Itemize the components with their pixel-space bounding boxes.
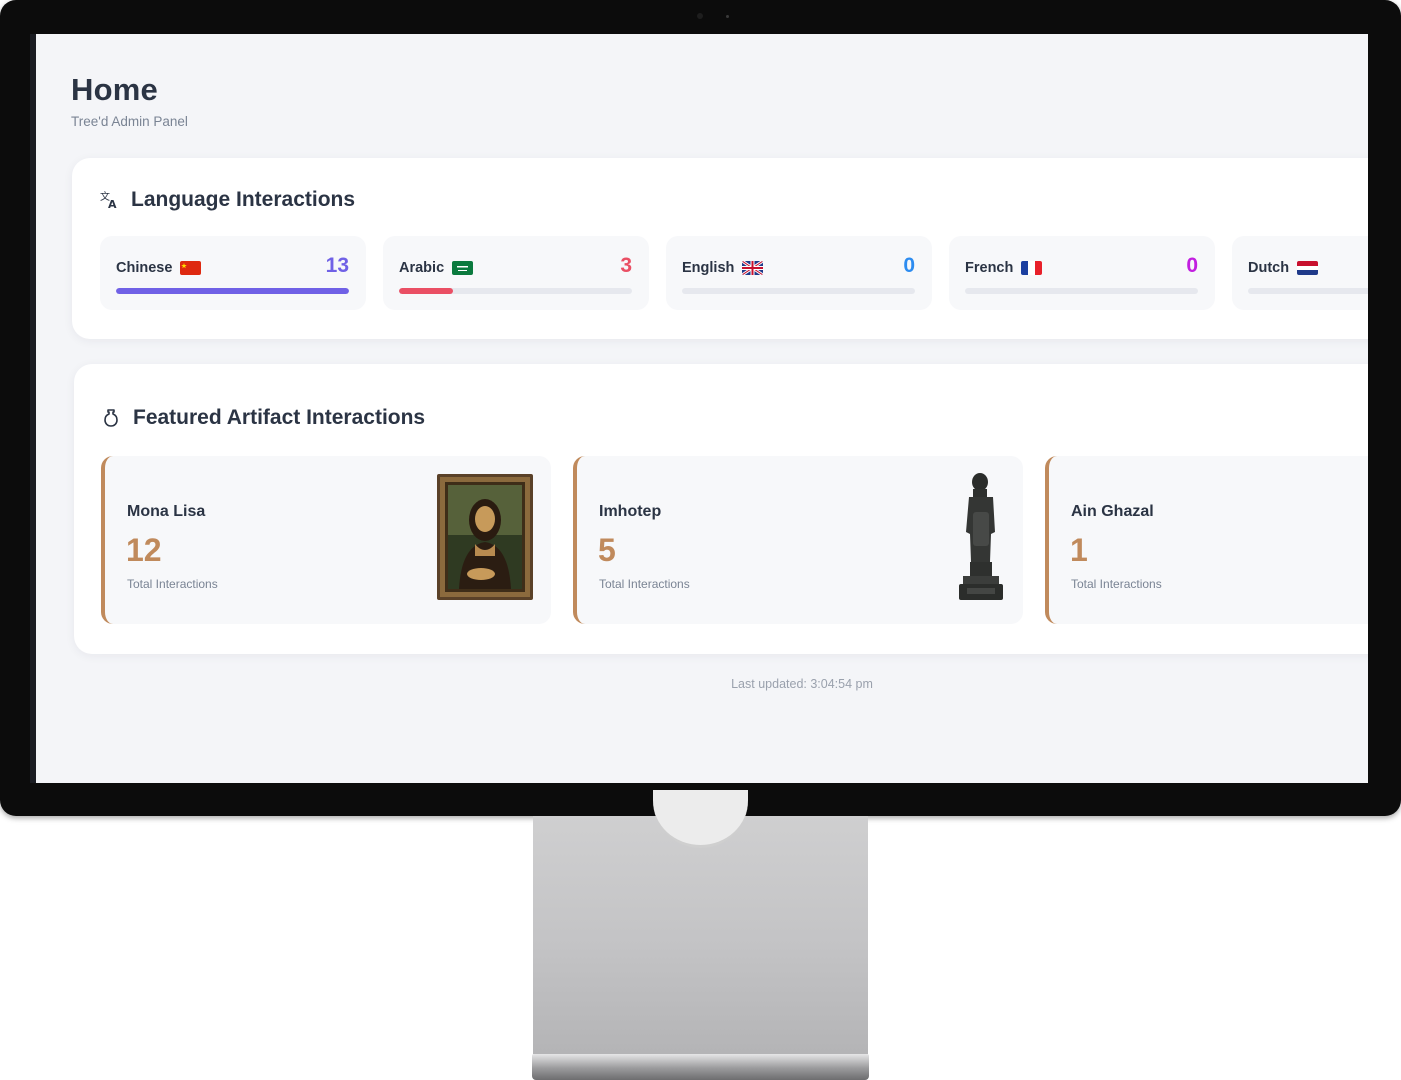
language-progress-fill: [116, 288, 349, 294]
language-name: Dutch: [1248, 260, 1319, 276]
language-label: Chinese: [116, 260, 173, 276]
artifact-card-mona-lisa[interactable]: Mona Lisa 12 Total Interactions: [101, 456, 551, 624]
language-interactions-panel: 文 A Language Interactions Chinese 13 Ara…: [72, 158, 1368, 339]
language-label: French: [965, 260, 1014, 276]
language-progress-track: [1248, 288, 1368, 294]
language-card-chinese[interactable]: Chinese 13: [100, 236, 366, 310]
uk-flag-icon: [742, 261, 764, 275]
language-card-arabic[interactable]: Arabic 3: [383, 236, 649, 310]
france-flag-icon: [1021, 261, 1043, 275]
language-progress-track: [399, 288, 632, 294]
monitor-stand: [533, 816, 868, 1054]
language-progress-fill: [399, 288, 453, 294]
language-card-french[interactable]: French 0: [949, 236, 1215, 310]
artifact-count: 5: [598, 532, 616, 568]
last-updated-text: Last updated: 3:04:54 pm: [731, 677, 873, 691]
artifact-count: 12: [126, 532, 162, 568]
artifact-count-label: Total Interactions: [1071, 577, 1162, 591]
camera-sensor: [726, 15, 729, 18]
language-count: 3: [620, 254, 632, 277]
artifact-name: Imhotep: [599, 503, 662, 520]
artifact-card-imhotep[interactable]: Imhotep 5 Total Interactions: [573, 456, 1023, 624]
artifact-card-ain-ghazal[interactable]: Ain Ghazal 1 Total Interactions: [1045, 456, 1368, 624]
saudi-flag-icon: [452, 261, 474, 275]
language-label: Arabic: [399, 260, 445, 276]
language-progress-track: [682, 288, 915, 294]
language-label: English: [682, 260, 735, 276]
language-name: Chinese: [116, 260, 202, 276]
language-label: Dutch: [1248, 260, 1290, 276]
screen: Home Tree'd Admin Panel 文 A Language Int…: [36, 34, 1368, 783]
imhotep-statue-icon: [957, 472, 1005, 609]
page-title: Home: [71, 72, 158, 107]
artifact-count-label: Total Interactions: [127, 577, 218, 591]
mona-lisa-painting-icon: [437, 474, 533, 605]
language-name: English: [682, 260, 764, 276]
language-section-header: 文 A Language Interactions: [99, 188, 355, 212]
svg-text:A: A: [108, 198, 117, 210]
artifact-count: 1: [1070, 532, 1088, 568]
featured-artifacts-panel: Featured Artifact Interactions Mona Lisa…: [74, 364, 1368, 654]
artifact-count-label: Total Interactions: [599, 577, 690, 591]
vase-icon: [101, 408, 121, 428]
artifact-name: Mona Lisa: [127, 503, 206, 520]
language-card-english[interactable]: English 0: [666, 236, 932, 310]
monitor-foot: [532, 1054, 869, 1080]
language-section-title: Language Interactions: [131, 188, 356, 211]
translate-icon: 文 A: [99, 190, 119, 210]
artifact-section-header: Featured Artifact Interactions: [101, 406, 425, 430]
netherlands-flag-icon: [1297, 261, 1319, 275]
language-count: 13: [325, 254, 349, 277]
language-count: 0: [903, 254, 915, 277]
artifact-card-list: Mona Lisa 12 Total Interactions Imhotep …: [101, 456, 1368, 624]
language-progress-track: [965, 288, 1198, 294]
camera-icon: [697, 13, 703, 19]
page-subtitle: Tree'd Admin Panel: [71, 114, 188, 129]
language-card-list: Chinese 13 Arabic 3 English 0 French 0 D…: [100, 236, 1368, 310]
language-name: Arabic: [399, 260, 474, 276]
china-flag-icon: [180, 261, 202, 275]
artifact-section-title: Featured Artifact Interactions: [133, 406, 426, 429]
language-name: French: [965, 260, 1043, 276]
artifact-name: Ain Ghazal: [1071, 503, 1154, 520]
language-count: 0: [1186, 254, 1198, 277]
language-card-dutch[interactable]: Dutch: [1232, 236, 1368, 310]
language-progress-track: [116, 288, 349, 294]
